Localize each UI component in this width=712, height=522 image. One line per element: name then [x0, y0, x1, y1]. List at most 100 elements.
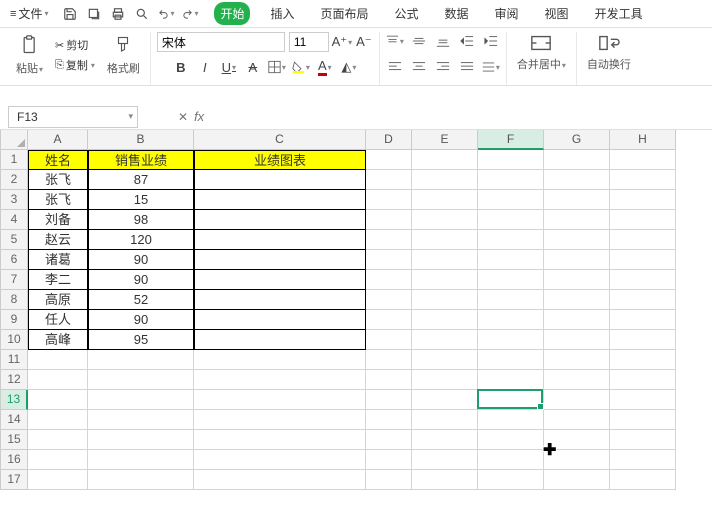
cell-B15[interactable]: [88, 430, 194, 450]
copy-button[interactable]: ⎘ 复制: [53, 56, 97, 74]
cancel-formula-icon[interactable]: ✕: [178, 110, 188, 124]
row-header-5[interactable]: 5: [0, 230, 28, 250]
cell-B6[interactable]: 90: [88, 250, 194, 270]
row-header-8[interactable]: 8: [0, 290, 28, 310]
cell-G17[interactable]: [544, 470, 610, 490]
cell-H16[interactable]: [610, 450, 676, 470]
cell-E4[interactable]: [412, 210, 478, 230]
cell-A6[interactable]: 诸葛: [28, 250, 88, 270]
cell-F15[interactable]: [478, 430, 544, 450]
cell-H10[interactable]: [610, 330, 676, 350]
cell-F16[interactable]: [478, 450, 544, 470]
cell-E17[interactable]: [412, 470, 478, 490]
cell-G6[interactable]: [544, 250, 610, 270]
cell-B16[interactable]: [88, 450, 194, 470]
align-center-icon[interactable]: [410, 58, 428, 76]
cell-A13[interactable]: [28, 390, 88, 410]
cell-H14[interactable]: [610, 410, 676, 430]
cell-D8[interactable]: [366, 290, 412, 310]
cell-G13[interactable]: [544, 390, 610, 410]
cell-F10[interactable]: [478, 330, 544, 350]
cell-D14[interactable]: [366, 410, 412, 430]
cell-G10[interactable]: [544, 330, 610, 350]
cell-C5[interactable]: [194, 230, 366, 250]
cell-H8[interactable]: [610, 290, 676, 310]
cell-E3[interactable]: [412, 190, 478, 210]
cell-C7[interactable]: [194, 270, 366, 290]
cell-C13[interactable]: [194, 390, 366, 410]
cell-B1[interactable]: 销售业绩: [88, 150, 194, 170]
increase-font-icon[interactable]: A⁺: [333, 33, 351, 51]
cell-E13[interactable]: [412, 390, 478, 410]
cell-D15[interactable]: [366, 430, 412, 450]
cell-C17[interactable]: [194, 470, 366, 490]
select-all-corner[interactable]: [0, 130, 28, 150]
paste-button[interactable]: 粘贴: [12, 32, 47, 78]
cell-E6[interactable]: [412, 250, 478, 270]
underline-icon[interactable]: U: [220, 58, 238, 76]
justify-icon[interactable]: [458, 58, 476, 76]
cell-C9[interactable]: [194, 310, 366, 330]
cell-G9[interactable]: [544, 310, 610, 330]
cell-H11[interactable]: [610, 350, 676, 370]
distribute-icon[interactable]: [482, 58, 500, 76]
row-header-7[interactable]: 7: [0, 270, 28, 290]
cell-A11[interactable]: [28, 350, 88, 370]
cell-H9[interactable]: [610, 310, 676, 330]
cell-A15[interactable]: [28, 430, 88, 450]
cell-G4[interactable]: [544, 210, 610, 230]
cell-D7[interactable]: [366, 270, 412, 290]
cell-B13[interactable]: [88, 390, 194, 410]
fx-icon[interactable]: fx: [194, 109, 204, 124]
cell-G7[interactable]: [544, 270, 610, 290]
col-header-G[interactable]: G: [544, 130, 610, 150]
cell-F5[interactable]: [478, 230, 544, 250]
cell-A2[interactable]: 张飞: [28, 170, 88, 190]
cell-C16[interactable]: [194, 450, 366, 470]
cell-F3[interactable]: [478, 190, 544, 210]
tab-7[interactable]: 开发工具: [589, 2, 649, 25]
print-preview-icon[interactable]: [134, 6, 150, 22]
save-as-icon[interactable]: [86, 6, 102, 22]
cell-F6[interactable]: [478, 250, 544, 270]
cell-H12[interactable]: [610, 370, 676, 390]
col-header-C[interactable]: C: [194, 130, 366, 150]
cell-B4[interactable]: 98: [88, 210, 194, 230]
row-header-14[interactable]: 14: [0, 410, 28, 430]
cell-E16[interactable]: [412, 450, 478, 470]
format-painter-button[interactable]: 格式刷: [103, 32, 144, 78]
cell-B7[interactable]: 90: [88, 270, 194, 290]
cell-H13[interactable]: [610, 390, 676, 410]
row-header-1[interactable]: 1: [0, 150, 28, 170]
align-left-icon[interactable]: [386, 58, 404, 76]
cell-H1[interactable]: [610, 150, 676, 170]
cell-E7[interactable]: [412, 270, 478, 290]
bold-icon[interactable]: B: [172, 58, 190, 76]
cell-G5[interactable]: [544, 230, 610, 250]
cell-G2[interactable]: [544, 170, 610, 190]
row-header-6[interactable]: 6: [0, 250, 28, 270]
strike-icon[interactable]: A: [244, 58, 262, 76]
cell-E11[interactable]: [412, 350, 478, 370]
tab-1[interactable]: 插入: [264, 2, 300, 25]
cell-G12[interactable]: [544, 370, 610, 390]
cell-G3[interactable]: [544, 190, 610, 210]
redo-icon[interactable]: [182, 6, 198, 22]
row-header-13[interactable]: 13: [0, 390, 28, 410]
cell-C4[interactable]: [194, 210, 366, 230]
cell-D13[interactable]: [366, 390, 412, 410]
tab-4[interactable]: 数据: [439, 2, 475, 25]
row-header-16[interactable]: 16: [0, 450, 28, 470]
effects-triangle-icon[interactable]: ◭: [340, 58, 358, 76]
cell-A7[interactable]: 李二: [28, 270, 88, 290]
row-header-17[interactable]: 17: [0, 470, 28, 490]
cell-G16[interactable]: [544, 450, 610, 470]
align-right-icon[interactable]: [434, 58, 452, 76]
cell-H3[interactable]: [610, 190, 676, 210]
cell-G14[interactable]: [544, 410, 610, 430]
cell-E9[interactable]: [412, 310, 478, 330]
fill-color-icon[interactable]: [292, 58, 310, 76]
cell-F1[interactable]: [478, 150, 544, 170]
cell-C6[interactable]: [194, 250, 366, 270]
font-color-icon[interactable]: A: [316, 58, 334, 76]
